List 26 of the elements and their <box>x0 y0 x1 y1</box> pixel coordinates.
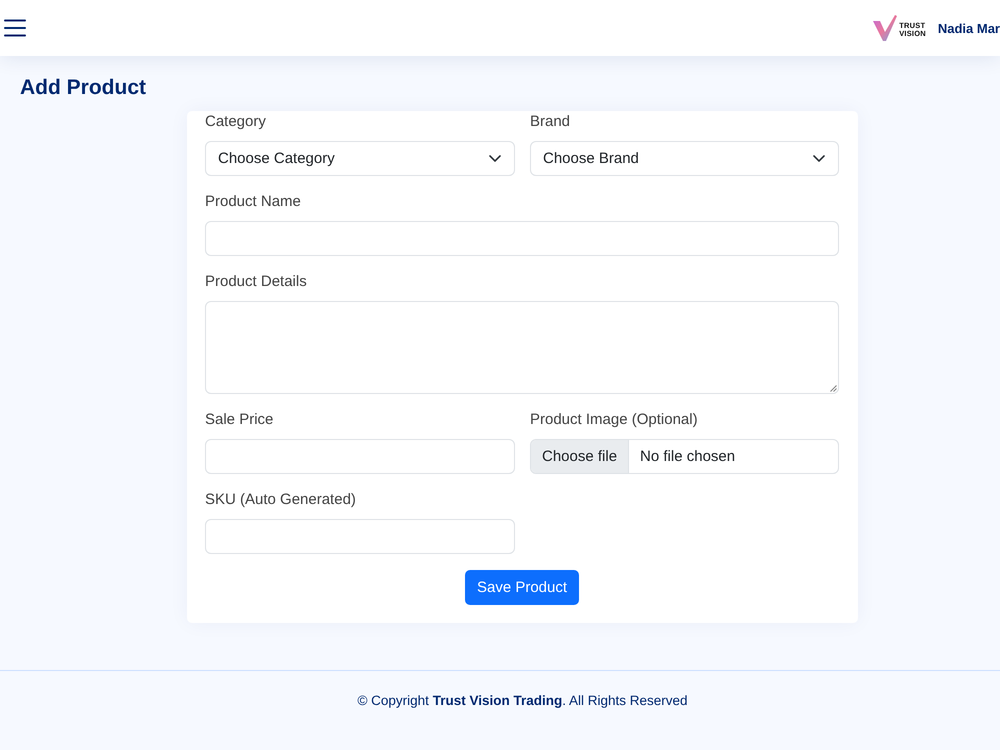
menu-icon <box>4 19 26 37</box>
textarea-field[interactable] <box>205 301 839 394</box>
select-field[interactable]: Choose Brand <box>530 141 839 176</box>
text-input[interactable] <box>205 439 515 474</box>
file-status-text: No file chosen <box>639 447 736 467</box>
choose-file-button[interactable]: Choose file <box>531 440 630 473</box>
user-name-link[interactable]: Nadia Mar <box>938 20 1000 36</box>
copyright-text: © Copyright Trust Vision Trading. All Rights Reserved <box>357 692 688 710</box>
field-label: Product Name <box>205 192 301 212</box>
field-label: SKU (Auto Generated) <box>205 490 356 510</box>
text-input[interactable] <box>205 221 839 256</box>
field-label: Brand <box>530 112 570 132</box>
logo-mark-icon <box>873 15 898 41</box>
select-field[interactable]: Choose Category <box>205 141 515 176</box>
text-input[interactable] <box>205 519 515 554</box>
chevron-down-icon <box>813 155 825 162</box>
file-field[interactable]: Choose file No file chosen <box>530 439 839 474</box>
page-title: Add Product <box>20 75 146 101</box>
save-product-button[interactable]: Save Product <box>464 570 580 605</box>
chevron-down-icon <box>489 155 501 162</box>
menu-button[interactable] <box>4 19 26 37</box>
field-label: Product Details <box>205 272 307 292</box>
field-label: Sale Price <box>205 410 274 430</box>
field-label: Category <box>205 112 266 132</box>
field-label: Product Image (Optional) <box>530 410 698 430</box>
resize-handle-icon <box>830 385 837 392</box>
